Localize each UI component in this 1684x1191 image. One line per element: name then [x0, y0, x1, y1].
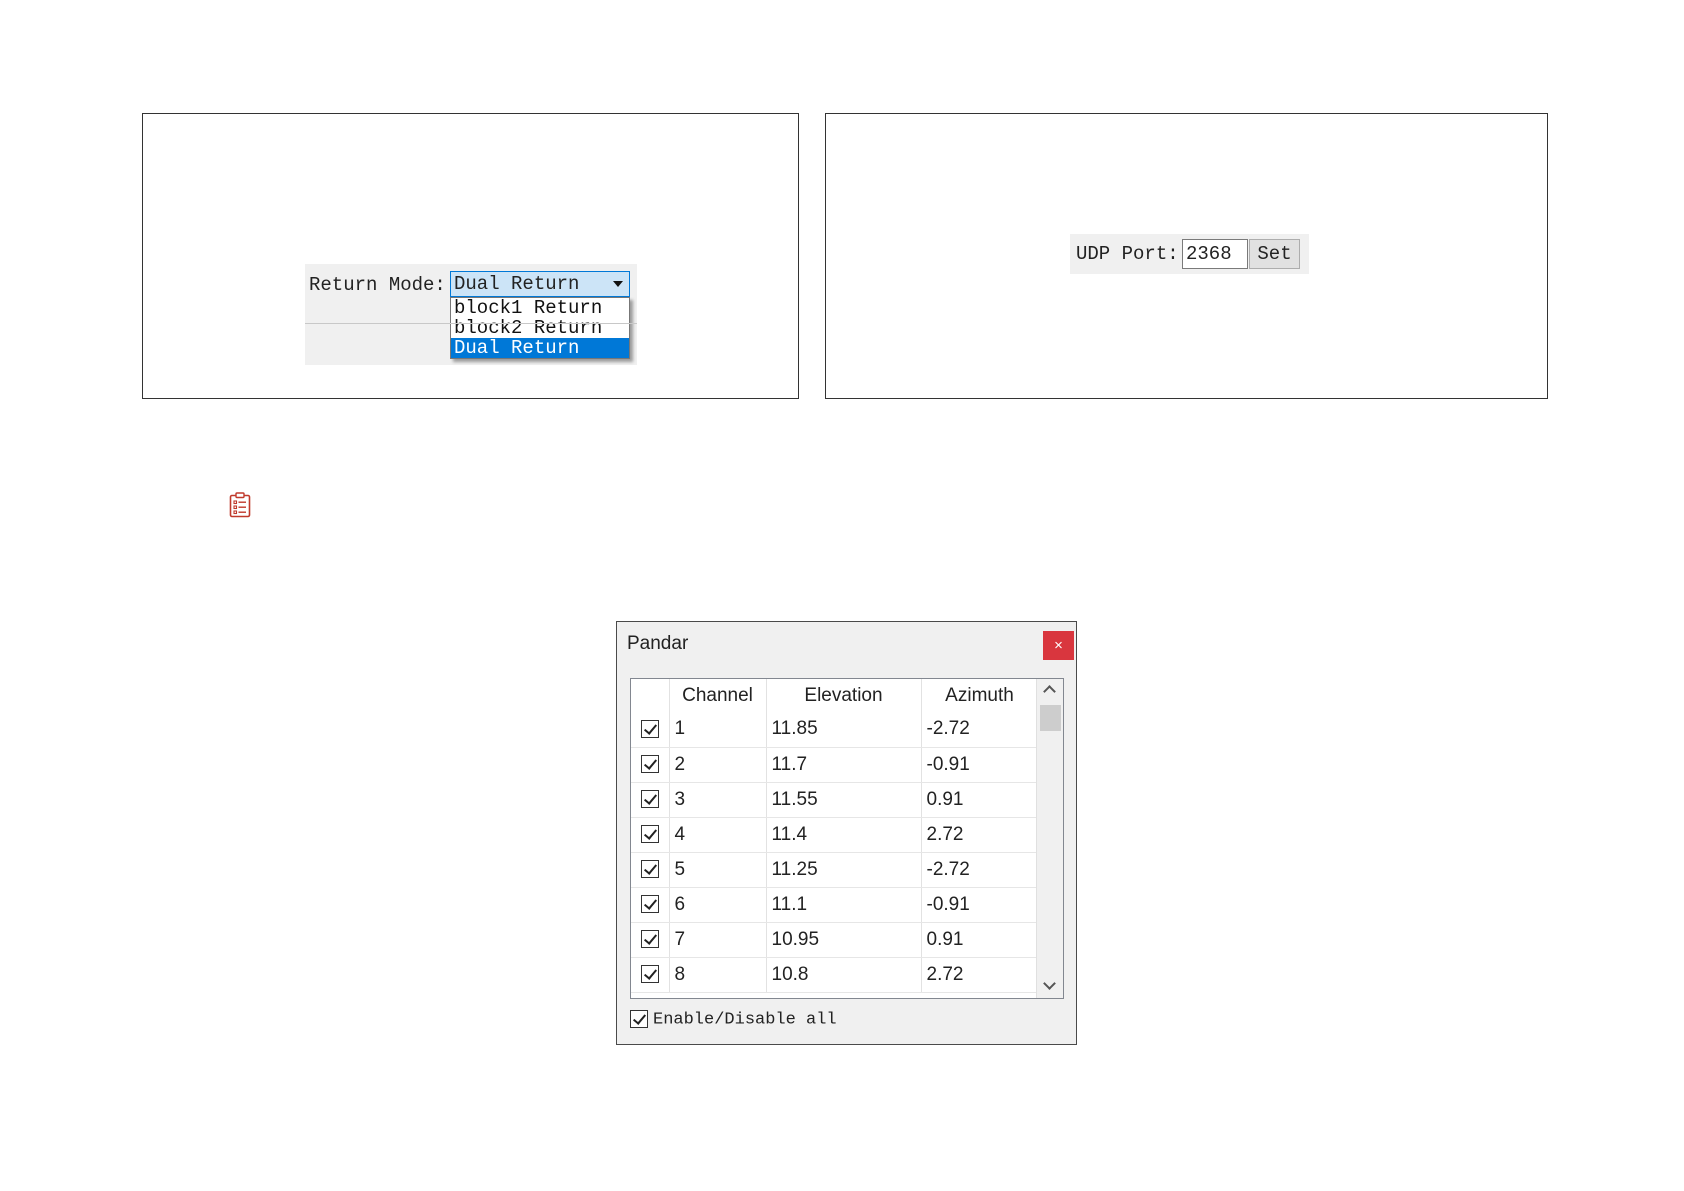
column-header-channel[interactable]: Channel [669, 679, 767, 712]
channel-table: Channel Elevation Azimuth 1 11.85 -2.72 2 11… [631, 679, 1039, 993]
return-mode-options-list: block1 Return block2 Return Dual Return [450, 297, 630, 359]
row-checkbox-cell[interactable] [631, 747, 670, 783]
set-button[interactable]: Set [1249, 239, 1300, 269]
checkbox-checked-icon[interactable] [630, 1010, 648, 1028]
table-row[interactable]: 8 10.8 2.72 [631, 957, 1039, 993]
dialog-title: Pandar [627, 633, 689, 654]
udp-port-panel: UDP Port: Set [1070, 234, 1309, 274]
cell-channel: 2 [669, 747, 767, 783]
table-row[interactable]: 1 11.85 -2.72 [631, 712, 1039, 748]
checkbox-checked-icon[interactable] [640, 790, 659, 809]
row-checkbox-cell[interactable] [631, 922, 670, 958]
enable-disable-all-checkbox[interactable]: Enable/Disable all [630, 1010, 837, 1029]
scrollbar-thumb[interactable] [1040, 705, 1061, 731]
row-checkbox-cell[interactable] [631, 712, 670, 748]
chevron-down-icon[interactable] [613, 281, 623, 287]
cell-elevation: 11.55 [766, 782, 922, 818]
checkbox-checked-icon[interactable] [640, 755, 659, 774]
table-row[interactable]: 2 11.7 -0.91 [631, 747, 1039, 783]
cell-elevation: 11.7 [766, 747, 922, 783]
column-header-select [631, 679, 670, 712]
checkbox-checked-icon[interactable] [640, 965, 659, 984]
cell-channel: 5 [669, 852, 767, 888]
udp-port-screenshot-frame: UDP Port: Set [825, 113, 1548, 399]
close-button[interactable]: × [1043, 631, 1074, 660]
column-header-elevation[interactable]: Elevation [766, 679, 922, 712]
row-checkbox-cell[interactable] [631, 887, 670, 923]
cell-azimuth: -2.72 [921, 852, 1039, 888]
cell-elevation: 11.25 [766, 852, 922, 888]
row-checkbox-cell[interactable] [631, 782, 670, 818]
row-checkbox-cell[interactable] [631, 817, 670, 853]
cell-azimuth: 0.91 [921, 782, 1039, 818]
cell-azimuth: -2.72 [921, 712, 1039, 748]
vertical-scrollbar[interactable] [1036, 679, 1063, 998]
checkbox-checked-icon[interactable] [640, 895, 659, 914]
column-header-azimuth[interactable]: Azimuth [921, 679, 1039, 712]
checkbox-checked-icon[interactable] [640, 860, 659, 879]
cell-elevation: 11.1 [766, 887, 922, 923]
table-row[interactable]: 5 11.25 -2.72 [631, 852, 1039, 888]
cell-azimuth: -0.91 [921, 747, 1039, 783]
cell-elevation: 11.85 [766, 712, 922, 748]
return-mode-screenshot-frame: Return Mode: Dual Return block1 Return b… [142, 113, 799, 399]
cell-elevation: 11.4 [766, 817, 922, 853]
checkbox-checked-icon[interactable] [640, 720, 659, 739]
return-mode-option-block1[interactable]: block1 Return [451, 298, 629, 318]
cell-channel: 4 [669, 817, 767, 853]
table-row[interactable]: 6 11.1 -0.91 [631, 887, 1039, 923]
clipboard-list-icon [229, 492, 251, 518]
row-checkbox-cell[interactable] [631, 957, 670, 993]
cell-channel: 7 [669, 922, 767, 958]
cell-elevation: 10.95 [766, 922, 922, 958]
return-mode-selected-value: Dual Return [454, 273, 580, 295]
table-row[interactable]: 7 10.95 0.91 [631, 922, 1039, 958]
udp-port-label: UDP Port: [1076, 243, 1179, 265]
cell-channel: 8 [669, 957, 767, 993]
cell-elevation: 10.8 [766, 957, 922, 993]
panel-divider [305, 323, 637, 324]
return-mode-panel: Return Mode: Dual Return block1 Return b… [305, 264, 637, 365]
row-checkbox-cell[interactable] [631, 852, 670, 888]
table-header-row: Channel Elevation Azimuth [631, 679, 1039, 712]
cell-azimuth: 2.72 [921, 817, 1039, 853]
chevron-up-icon[interactable] [1043, 685, 1056, 698]
chevron-down-icon[interactable] [1043, 977, 1056, 990]
return-mode-label: Return Mode: [309, 274, 446, 296]
return-mode-option-dual[interactable]: Dual Return [451, 338, 629, 358]
enable-disable-all-label: Enable/Disable all [653, 1010, 837, 1030]
channel-table-container: Channel Elevation Azimuth 1 11.85 -2.72 2 11… [630, 678, 1064, 999]
cell-channel: 3 [669, 782, 767, 818]
table-row[interactable]: 4 11.4 2.72 [631, 817, 1039, 853]
checkbox-checked-icon[interactable] [640, 825, 659, 844]
cell-channel: 1 [669, 712, 767, 748]
return-mode-option-block2[interactable]: block2 Return [451, 318, 629, 338]
pandar-dialog: Pandar × Channel Elevation Azimuth 1 11.8… [616, 621, 1077, 1045]
cell-azimuth: 2.72 [921, 957, 1039, 993]
udp-port-input[interactable] [1182, 239, 1248, 269]
close-icon[interactable]: × [1054, 637, 1063, 654]
cell-azimuth: 0.91 [921, 922, 1039, 958]
cell-channel: 6 [669, 887, 767, 923]
return-mode-select[interactable]: Dual Return [450, 271, 630, 297]
checkbox-checked-icon[interactable] [640, 930, 659, 949]
cell-azimuth: -0.91 [921, 887, 1039, 923]
table-row[interactable]: 3 11.55 0.91 [631, 782, 1039, 818]
